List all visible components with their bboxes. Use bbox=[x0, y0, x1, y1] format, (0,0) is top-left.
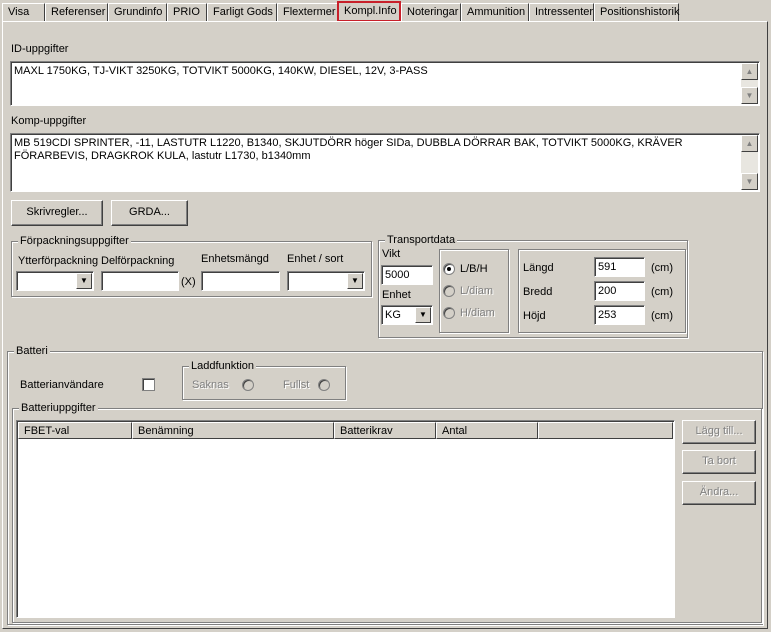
forpackningsuppgifter-title: Förpackningsuppgifter bbox=[18, 235, 131, 247]
column-header-batterikrav[interactable]: Batterikrav bbox=[334, 422, 436, 439]
hojd-unit: (cm) bbox=[651, 310, 673, 322]
column-header-fbet-val[interactable]: FBET-val bbox=[18, 422, 132, 439]
komp-uppgifter-scrollbar[interactable]: ▲ ▼ bbox=[741, 135, 758, 190]
vikt-label: Vikt bbox=[382, 248, 401, 260]
bredd-label: Bredd bbox=[523, 286, 553, 298]
tab-grundinfo[interactable]: Grundinfo bbox=[108, 3, 167, 22]
grda-button[interactable]: GRDA... bbox=[111, 200, 188, 226]
scroll-up-arrow-icon[interactable]: ▲ bbox=[741, 63, 758, 80]
enhetsmangd-input[interactable] bbox=[201, 271, 280, 291]
radio-hdiam-label: H/diam bbox=[460, 307, 495, 319]
radio-ldiam[interactable] bbox=[443, 285, 455, 297]
enhet-sort-select[interactable]: ▼ bbox=[287, 271, 365, 291]
tab-positionshistorik[interactable]: Positionshistorik bbox=[594, 3, 679, 22]
tab-flextermer[interactable]: Flextermer bbox=[277, 3, 338, 22]
id-uppgifter-label: ID-uppgifter bbox=[11, 43, 69, 55]
scroll-down-arrow-icon[interactable]: ▼ bbox=[741, 173, 758, 190]
radio-ldiam-label: L/diam bbox=[460, 285, 494, 297]
tab-intressenter[interactable]: Intressenter bbox=[529, 3, 594, 22]
langd-input[interactable]: 591 bbox=[594, 257, 645, 277]
batteriuppgifter-title: Batteriuppgifter bbox=[19, 402, 98, 414]
batteriuppgifter-table[interactable]: FBET-val Benämning Batterikrav Antal bbox=[16, 420, 675, 618]
laddfunktion-title: Laddfunktion bbox=[189, 360, 256, 372]
id-uppgifter-textarea[interactable]: MAXL 1750KG, TJ-VIKT 3250KG, TOTVIKT 500… bbox=[10, 61, 760, 106]
langd-label: Längd bbox=[523, 262, 554, 274]
transportdata-title: Transportdata bbox=[385, 234, 458, 246]
enhetsmangd-label: Enhetsmängd bbox=[201, 253, 269, 265]
id-uppgifter-value: MAXL 1750KG, TJ-VIKT 3250KG, TOTVIKT 500… bbox=[14, 65, 428, 77]
andra-button[interactable]: Ändra... bbox=[682, 481, 756, 505]
hojd-value: 253 bbox=[598, 309, 617, 321]
tab-bar: Visa Referenser Grundinfo PRIO Farligt G… bbox=[0, 0, 771, 22]
batterianvandare-checkbox[interactable] bbox=[142, 378, 155, 391]
id-uppgifter-scrollbar[interactable]: ▲ ▼ bbox=[741, 63, 758, 104]
tab-farligt-gods[interactable]: Farligt Gods bbox=[207, 3, 277, 22]
fullst-label: Fullst bbox=[283, 379, 310, 391]
komp-uppgifter-textarea[interactable]: MB 519CDI SPRINTER, -11, LASTUTR L1220, … bbox=[10, 133, 760, 192]
lagg-till-button[interactable]: Lägg till... bbox=[682, 420, 756, 444]
bredd-unit: (cm) bbox=[651, 286, 673, 298]
radio-lbh-label: L/B/H bbox=[460, 263, 488, 275]
delforpackning-label: Delförpackning bbox=[101, 255, 175, 267]
tab-kompl-info[interactable]: Kompl.Info bbox=[337, 1, 401, 22]
column-header-filler bbox=[538, 422, 673, 439]
tab-visa[interactable]: Visa bbox=[2, 3, 45, 22]
enhet-label: Enhet bbox=[382, 289, 411, 301]
multiplier-label: (X) bbox=[181, 276, 196, 288]
bredd-input[interactable]: 200 bbox=[594, 281, 645, 301]
komp-uppgifter-value: MB 519CDI SPRINTER, -11, LASTUTR L1220, … bbox=[14, 137, 686, 162]
ta-bort-button[interactable]: Ta bort bbox=[682, 450, 756, 474]
bredd-value: 200 bbox=[598, 285, 617, 297]
batterianvandare-label: Batterianvändare bbox=[20, 379, 104, 391]
tab-noteringar[interactable]: Noteringar bbox=[401, 3, 461, 22]
column-header-benamning[interactable]: Benämning bbox=[132, 422, 334, 439]
radio-saknas[interactable] bbox=[242, 379, 254, 391]
scroll-down-arrow-icon[interactable]: ▼ bbox=[741, 87, 758, 104]
komp-uppgifter-label: Komp-uppgifter bbox=[11, 115, 87, 127]
dropdown-arrow-icon[interactable]: ▼ bbox=[347, 273, 363, 289]
radio-fullst[interactable] bbox=[318, 379, 330, 391]
dropdown-arrow-icon[interactable]: ▼ bbox=[415, 307, 431, 323]
langd-value: 591 bbox=[598, 261, 617, 273]
batteri-title: Batteri bbox=[14, 345, 50, 357]
vikt-value: 5000 bbox=[385, 269, 410, 281]
skrivregler-button[interactable]: Skrivregler... bbox=[11, 200, 103, 226]
tab-prio[interactable]: PRIO bbox=[167, 3, 207, 22]
column-header-antal[interactable]: Antal bbox=[436, 422, 538, 439]
ytterforpackning-label: Ytterförpackning bbox=[18, 255, 99, 267]
tab-ammunition[interactable]: Ammunition bbox=[461, 3, 529, 22]
enhet-value: KG bbox=[385, 309, 401, 321]
enhet-select[interactable]: KG ▼ bbox=[381, 305, 433, 325]
saknas-label: Saknas bbox=[192, 379, 229, 391]
delforpackning-input[interactable] bbox=[101, 271, 179, 291]
ytterforpackning-select[interactable]: ▼ bbox=[16, 271, 94, 291]
tab-referenser[interactable]: Referenser bbox=[45, 3, 108, 22]
langd-unit: (cm) bbox=[651, 262, 673, 274]
hojd-label: Höjd bbox=[523, 310, 546, 322]
hojd-input[interactable]: 253 bbox=[594, 305, 645, 325]
scroll-up-arrow-icon[interactable]: ▲ bbox=[741, 135, 758, 152]
vikt-input[interactable]: 5000 bbox=[381, 265, 433, 285]
dropdown-arrow-icon[interactable]: ▼ bbox=[76, 273, 92, 289]
enhet-sort-label: Enhet / sort bbox=[287, 253, 344, 265]
radio-lbh[interactable] bbox=[443, 263, 455, 275]
radio-hdiam[interactable] bbox=[443, 307, 455, 319]
